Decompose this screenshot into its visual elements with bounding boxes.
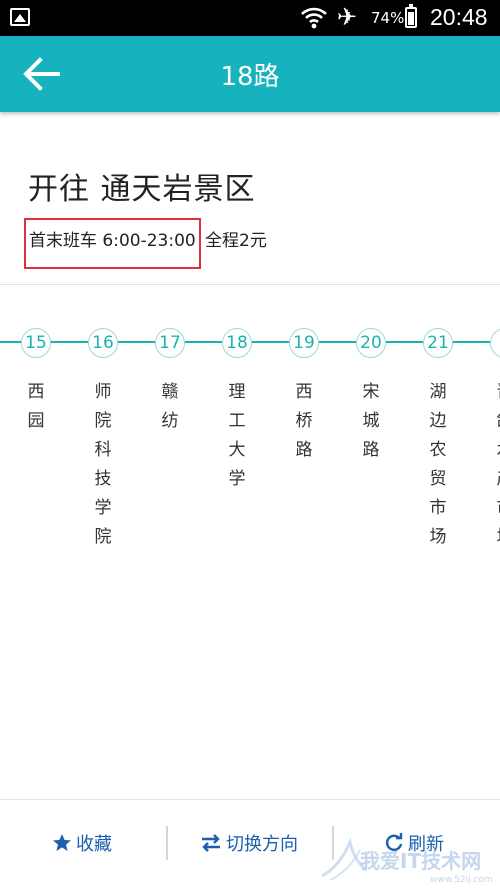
stop-number: 2 — [490, 328, 500, 358]
gallery-icon — [10, 8, 30, 26]
swap-arrows-icon — [202, 834, 220, 852]
stop-name: 西桥路 — [295, 382, 313, 460]
battery-percent: 74% — [371, 9, 405, 27]
favorite-label: 收藏 — [76, 834, 112, 855]
favorite-button[interactable]: 收藏 — [52, 830, 112, 860]
stop-name: 晋鸽水产市场 — [490, 378, 500, 552]
bus-stop[interactable]: 2 晋鸽水产市场 — [490, 328, 500, 552]
bus-stop[interactable]: 15 西园 — [21, 328, 51, 436]
bus-stop[interactable]: 21 湖边农贸市场 — [423, 328, 453, 552]
stop-name: 西园 — [27, 382, 45, 431]
route-stops-strip[interactable]: 15 西园 16 师院科技学院 17 赣纺 18 理工大学 19 西桥路 20 宋城路 21 湖边农贸市场… — [0, 300, 500, 780]
clock: 20:48 — [430, 4, 488, 30]
star-icon — [53, 834, 71, 851]
bus-stop[interactable]: 17 赣纺 — [155, 328, 185, 436]
wifi-icon — [301, 7, 327, 29]
divider — [0, 284, 500, 285]
stop-number: 16 — [88, 328, 118, 358]
stop-name: 湖边农贸市场 — [429, 382, 447, 547]
divider — [166, 826, 168, 860]
route-hours: 首末班车 6:00-23:00 — [24, 218, 201, 269]
stop-name: 宋城路 — [362, 382, 380, 460]
stop-name: 赣纺 — [161, 382, 179, 431]
stop-number: 19 — [289, 328, 319, 358]
battery-icon — [405, 4, 417, 28]
bus-stop[interactable]: 20 宋城路 — [356, 328, 386, 465]
stop-number: 15 — [21, 328, 51, 358]
stop-number: 20 — [356, 328, 386, 358]
stop-number: 18 — [222, 328, 252, 358]
bus-stop[interactable]: 19 西桥路 — [289, 328, 319, 465]
switch-direction-button[interactable]: 切换方向 — [200, 830, 298, 860]
route-destination: 开往 通天岩景区 — [28, 172, 256, 207]
switch-direction-label: 切换方向 — [226, 834, 298, 855]
bus-stop[interactable]: 18 理工大学 — [222, 328, 252, 494]
stop-name: 理工大学 — [228, 382, 246, 489]
page-title: 18路 — [220, 62, 280, 92]
watermark-logo: 我爱IT技术网 www.52ij.com — [321, 837, 493, 885]
bus-stop[interactable]: 16 师院科技学院 — [88, 328, 118, 552]
route-fare: 全程2元 — [205, 231, 267, 251]
watermark-text: 我爱IT技术网 — [360, 849, 481, 873]
app-bar: 18路 — [0, 36, 500, 112]
stop-number: 21 — [423, 328, 453, 358]
watermark-url: www.52ij.com — [430, 875, 493, 885]
stop-name: 师院科技学院 — [94, 382, 112, 547]
status-bar: ✈ 74% 20:48 — [0, 0, 500, 36]
airplane-icon: ✈ — [337, 3, 358, 31]
stop-number: 17 — [155, 328, 185, 358]
